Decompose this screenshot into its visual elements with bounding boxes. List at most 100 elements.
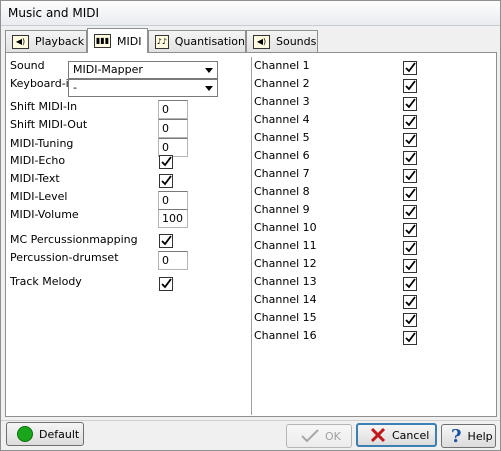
channel-5-checkbox[interactable] [403, 133, 417, 147]
checkmark-icon [405, 134, 416, 145]
separator [1, 420, 500, 421]
checkmark-icon [405, 224, 416, 235]
channel-4-checkbox[interactable] [403, 115, 417, 129]
green-circle-icon [17, 426, 33, 442]
checkmark-icon [405, 188, 416, 199]
checkmark-icon [301, 429, 319, 443]
midi-level-field[interactable]: 0 [158, 191, 188, 210]
channel-1-checkbox[interactable] [403, 61, 417, 75]
help-button-label: Help [467, 429, 493, 443]
channel-6-checkbox[interactable] [403, 151, 417, 165]
midi-keyboard-icon: ▮▮▮ [94, 34, 111, 48]
sound-select-value: MIDI-Mapper [73, 63, 143, 76]
channel-11-checkbox[interactable] [403, 241, 417, 255]
midi-text-label: MIDI-Text [10, 172, 60, 185]
channel-label: Channel 3 [254, 95, 310, 108]
midi-panel: Sound MIDI-Mapper Keyboard-in - Shift MI… [5, 52, 497, 417]
window-title: Music and MIDI [8, 6, 100, 20]
tab-sounds[interactable]: ◀) Sounds [246, 30, 318, 52]
default-button-label: Default [39, 427, 80, 441]
shift-midi-out-field[interactable]: 0 [158, 119, 188, 138]
mc-percussion-label: MC Percussionmapping [10, 233, 138, 246]
channel-14-checkbox[interactable] [403, 295, 417, 309]
notes-icon: ♪♪ [155, 34, 169, 49]
checkmark-icon [161, 156, 172, 167]
channel-label: Channel 2 [254, 77, 310, 90]
tab-midi[interactable]: ▮▮▮ MIDI [87, 28, 148, 53]
ok-button[interactable]: OK [286, 424, 352, 448]
channel-8-checkbox[interactable] [403, 187, 417, 201]
speaker-icon: ◀) [253, 34, 270, 49]
channel-label: Channel 7 [254, 167, 310, 180]
channel-label: Channel 14 [254, 293, 317, 306]
sound-label: Sound [10, 59, 45, 72]
tab-playback[interactable]: ◀) Playback [5, 30, 87, 52]
midi-echo-checkbox[interactable] [159, 155, 173, 169]
channel-7-checkbox[interactable] [403, 169, 417, 183]
shift-midi-in-field[interactable]: 0 [158, 100, 188, 119]
shift-midi-in-label: Shift MIDI-In [10, 100, 78, 113]
channel-13-checkbox[interactable] [403, 277, 417, 291]
checkmark-icon [161, 175, 172, 186]
tab-label: Sounds [276, 35, 317, 48]
checkmark-icon [405, 332, 416, 343]
channel-label: Channel 5 [254, 131, 310, 144]
midi-volume-field[interactable]: 100 [158, 209, 188, 228]
channel-9-checkbox[interactable] [403, 205, 417, 219]
percussion-drumset-field[interactable]: 0 [158, 251, 188, 270]
keyboard-in-select-value: - [73, 81, 77, 94]
checkmark-icon [405, 116, 416, 127]
close-icon [370, 427, 386, 443]
channel-3-checkbox[interactable] [403, 97, 417, 111]
checkmark-icon [161, 278, 172, 289]
channel-label: Channel 12 [254, 257, 317, 270]
checkmark-icon [405, 152, 416, 163]
channel-label: Channel 11 [254, 239, 317, 252]
checkmark-icon [405, 62, 416, 73]
channel-15-checkbox[interactable] [403, 313, 417, 327]
tab-quantisation[interactable]: ♪♪ Quantisation [148, 30, 246, 52]
sound-select[interactable]: MIDI-Mapper [68, 61, 218, 79]
channel-label: Channel 8 [254, 185, 310, 198]
checkmark-icon [405, 278, 416, 289]
midi-tuning-label: MIDI-Tuning [10, 137, 74, 150]
chevron-down-icon [205, 68, 213, 73]
help-question-icon: ? [451, 425, 462, 447]
channel-16-checkbox[interactable] [403, 331, 417, 345]
speaker-icon: ◀) [12, 34, 29, 49]
channel-10-checkbox[interactable] [403, 223, 417, 237]
cancel-button-label: Cancel [392, 428, 430, 442]
track-melody-checkbox[interactable] [159, 277, 173, 291]
channel-label: Channel 10 [254, 221, 317, 234]
channel-12-checkbox[interactable] [403, 259, 417, 273]
midi-text-checkbox[interactable] [159, 174, 173, 188]
midi-level-label: MIDI-Level [10, 190, 68, 203]
checkmark-icon [405, 206, 416, 217]
track-melody-label: Track Melody [10, 275, 82, 288]
channel-label: Channel 16 [254, 329, 317, 342]
column-divider [251, 57, 252, 415]
checkmark-icon [161, 235, 172, 246]
channel-label: Channel 15 [254, 311, 317, 324]
checkmark-icon [405, 80, 416, 91]
checkmark-icon [405, 260, 416, 271]
checkmark-icon [405, 98, 416, 109]
channel-2-checkbox[interactable] [403, 79, 417, 93]
checkmark-icon [405, 296, 416, 307]
checkmark-icon [405, 170, 416, 181]
percussion-drumset-label: Percussion-drumset [10, 251, 119, 264]
channel-label: Channel 1 [254, 59, 310, 72]
tab-label: Playback [35, 35, 85, 48]
cancel-button[interactable]: Cancel [356, 423, 437, 447]
title-bar: Music and MIDI [1, 1, 500, 26]
help-button[interactable]: ? Help [441, 424, 496, 448]
mc-percussion-checkbox[interactable] [159, 234, 173, 248]
channel-label: Channel 9 [254, 203, 310, 216]
default-button[interactable]: Default [6, 422, 84, 446]
chevron-down-icon [205, 86, 213, 91]
shift-midi-out-label: Shift MIDI-Out [10, 118, 88, 131]
keyboard-in-select[interactable]: - [68, 79, 218, 97]
channel-label: Channel 6 [254, 149, 310, 162]
channel-label: Channel 4 [254, 113, 310, 126]
checkmark-icon [405, 314, 416, 325]
